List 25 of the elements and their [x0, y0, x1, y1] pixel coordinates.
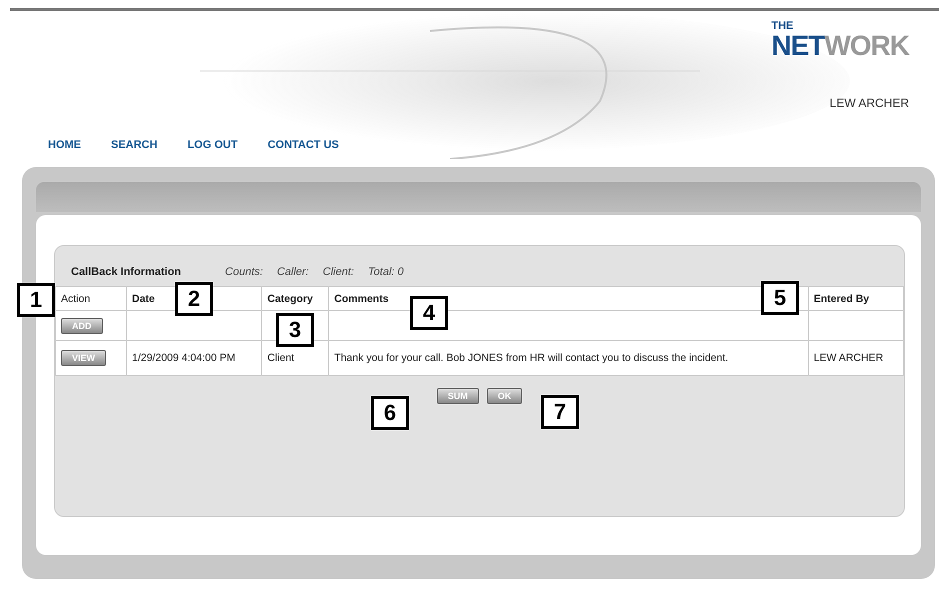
logo-text: NETWORK [771, 32, 909, 60]
callout-label: 6 [371, 396, 409, 430]
table-cell: LEW ARCHER [808, 340, 904, 376]
callout-label: 7 [541, 395, 579, 429]
table-cell: Thank you for your call. Bob JONES from HR will contact you to discuss the incident. [328, 340, 808, 376]
user-name: LEW ARCHER [830, 96, 909, 110]
count-label: Total: 0 [368, 266, 404, 278]
callout-label: 3 [276, 313, 314, 347]
nav-link[interactable]: SEARCH [111, 139, 158, 151]
callout-label: 5 [761, 281, 799, 315]
callout-label: 1 [17, 283, 55, 317]
count-label: Caller: [276, 266, 309, 278]
logo-text: THE [771, 21, 794, 32]
count-label: Counts: [225, 266, 263, 278]
panel-title: CallBack Information [71, 266, 182, 278]
nav-link[interactable]: HOME [48, 139, 81, 151]
callout-label: 2 [175, 282, 213, 316]
table-cell: 1/29/2009 4:04:00 PM [126, 340, 262, 376]
column-header: Category [262, 286, 329, 310]
callout-label: 4 [410, 296, 448, 330]
nav-link[interactable]: LOG OUT [187, 139, 238, 151]
column-header: Action [56, 286, 126, 310]
count-label: Client: [322, 266, 354, 278]
nav-link[interactable]: CONTACT US [268, 139, 339, 151]
column-header: Entered By [808, 286, 904, 310]
